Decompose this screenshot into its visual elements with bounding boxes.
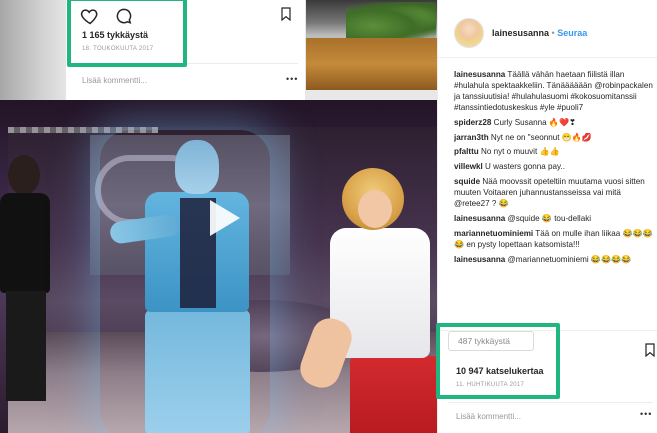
plant-image (346, 2, 436, 42)
add-comment-input[interactable]: Lisää kommentti... (82, 76, 147, 85)
comment-username[interactable]: jarran3th (454, 133, 489, 142)
comment-username[interactable]: pfalttu (454, 147, 479, 156)
comment-text: Nyt ne on "seonnut 😁🔥💋 (490, 132, 592, 142)
add-comment-input[interactable]: Lisää kommentti... (456, 412, 521, 421)
comment-username[interactable]: lainesusanna (454, 214, 505, 223)
comment-username[interactable]: squide (454, 177, 480, 186)
dancer-center (108, 140, 260, 433)
play-icon[interactable] (200, 196, 244, 240)
comment-item: lainesusanna @mariannetuominiemi 😂😂😂😂 (454, 255, 654, 266)
background-photo (306, 0, 438, 90)
comment-list: lainesusanna Täällä vähän haetaan fiilis… (454, 70, 654, 270)
comment-item: mariannetuominiemi Tää on mulle ihan lii… (454, 229, 654, 251)
comment-item: jarran3th Nyt ne on "seonnut 😁🔥💋 (454, 133, 654, 144)
more-options-button[interactable]: ••• (640, 409, 652, 419)
comment-item: pfalttu No nyt o muuvit 👍👍 (454, 147, 654, 158)
separator-dot: • (551, 28, 555, 38)
wall-image (306, 38, 438, 90)
divider (448, 402, 653, 403)
comment-item: lainesusanna Täällä vähän haetaan fiilis… (454, 70, 654, 114)
comment-username[interactable]: mariannetuominiemi (454, 229, 533, 238)
comment-item: villewkl U wasters gonna pay.. (454, 162, 654, 173)
video-player[interactable] (0, 100, 437, 433)
comment-text: Curly Susanna 🔥❤️❣ (493, 117, 576, 127)
comment-text: @squide 😂 tou-dellaki (507, 213, 592, 223)
comment-username[interactable]: lainesusanna (454, 255, 505, 264)
comment-item: lainesusanna @squide 😂 tou-dellaki (454, 214, 654, 225)
highlight-box-likes (67, 0, 187, 67)
comment-text: Nää moovssit opeteltiin muutama vuosi si… (454, 177, 645, 209)
more-options-button[interactable]: ••• (286, 74, 298, 84)
post-username-row: lainesusanna • Seuraa (492, 28, 587, 38)
highlight-box-views (436, 323, 560, 399)
post-header: lainesusanna • Seuraa (438, 0, 657, 58)
bookmark-icon[interactable] (642, 341, 657, 358)
comment-item: spiderz28 Curly Susanna 🔥❤️❣ (454, 118, 654, 129)
comment-text: U wasters gonna pay.. (485, 162, 565, 172)
bookmark-icon[interactable] (278, 5, 294, 28)
username-link[interactable]: lainesusanna (492, 28, 549, 38)
dancer-left (0, 155, 60, 401)
comment-item: squide Nää moovssit opeteltiin muutama v… (454, 177, 654, 210)
dancer-right (295, 168, 437, 433)
comment-username[interactable]: lainesusanna (454, 70, 505, 79)
comment-text: @mariannetuominiemi 😂😂😂😂 (507, 254, 632, 264)
avatar[interactable] (454, 18, 484, 48)
top-post-photo-edge (0, 0, 66, 103)
comment-username[interactable]: villewkl (454, 162, 483, 171)
comment-username[interactable]: spiderz28 (454, 118, 491, 127)
comment-text: No nyt o muuvit 👍👍 (480, 147, 560, 157)
follow-button[interactable]: Seuraa (557, 28, 587, 38)
